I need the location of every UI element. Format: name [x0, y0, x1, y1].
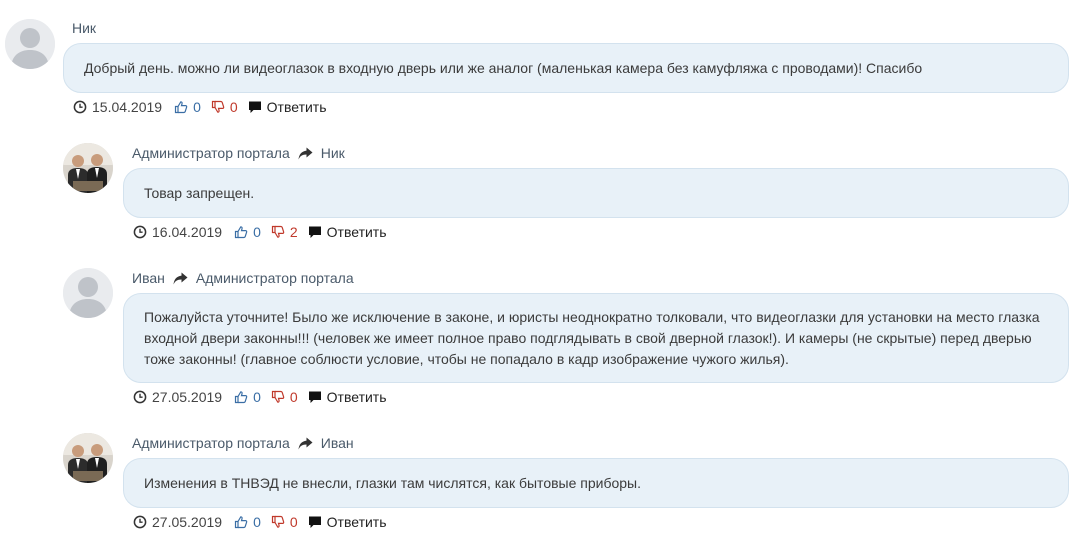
reply-button[interactable]: Ответить: [308, 514, 387, 530]
speech-bubble-icon: [308, 515, 322, 529]
author-name: Ник: [72, 20, 97, 36]
reply-button[interactable]: Ответить: [308, 224, 387, 240]
dislike-button[interactable]: 0: [271, 514, 298, 530]
comment-text: Товар запрещен.: [144, 184, 255, 201]
like-button[interactable]: 0: [234, 224, 261, 240]
share-arrow-icon: [298, 437, 313, 450]
like-button[interactable]: 0: [234, 514, 261, 530]
thumbs-up-icon: [234, 515, 248, 529]
reply-label: Ответить: [266, 99, 327, 115]
thumbs-up-icon: [234, 225, 248, 239]
thumbs-down-icon: [271, 225, 285, 239]
comment-author-line: Администратор портала Ник: [132, 145, 345, 161]
comment-text-bubble: Изменения в ТНВЭД не внесли, глазки там …: [123, 458, 1069, 508]
share-arrow-icon: [298, 147, 313, 160]
dislike-count: 2: [289, 224, 298, 240]
author-name: Иван: [132, 270, 165, 286]
dislike-count: 0: [289, 514, 298, 530]
comment-author-line: Иван Администратор портала: [132, 270, 354, 286]
reply-label: Ответить: [326, 514, 387, 530]
like-button[interactable]: 0: [174, 99, 201, 115]
clock-icon: [133, 515, 147, 529]
thumbs-down-icon: [271, 515, 285, 529]
reply-button[interactable]: Ответить: [248, 99, 327, 115]
thumbs-up-icon: [174, 100, 188, 114]
comment-date: 15.04.2019: [92, 99, 163, 115]
dislike-button[interactable]: 0: [271, 389, 298, 405]
reply-label: Ответить: [326, 224, 387, 240]
author-name: Администратор портала: [132, 435, 290, 451]
dislike-count: 0: [229, 99, 238, 115]
comment-text: Изменения в ТНВЭД не внесли, глазки там …: [144, 474, 642, 491]
comment-text: Пожалуйста уточните! Было же исключение …: [144, 308, 1040, 367]
comment-date: 27.05.2019: [152, 389, 223, 405]
reply-label: Ответить: [326, 389, 387, 405]
clock-icon: [133, 390, 147, 404]
comment-text: Добрый день. можно ли видеоглазок в вход…: [84, 59, 923, 76]
thumbs-up-icon: [234, 390, 248, 404]
admin-photo-icon: [63, 143, 113, 193]
user-silhouette-icon: [63, 268, 113, 318]
avatar: [63, 433, 113, 483]
user-silhouette-icon: [5, 19, 55, 69]
clock-icon: [73, 100, 87, 114]
reply-to-name: Иван: [320, 435, 354, 451]
comment-author-line: Администратор портала Иван: [132, 435, 354, 451]
avatar: [63, 143, 113, 193]
comment-date: 16.04.2019: [152, 224, 223, 240]
like-count: 0: [253, 514, 261, 530]
avatar: [63, 268, 113, 318]
comment-meta: 15.04.2019 0 0 Ответить: [73, 99, 327, 115]
speech-bubble-icon: [308, 390, 322, 404]
like-count: 0: [193, 99, 201, 115]
speech-bubble-icon: [248, 100, 262, 114]
comment-author-line: Ник: [72, 20, 96, 36]
reply-to-name: Администратор портала: [195, 270, 354, 286]
comment-text-bubble: Добрый день. можно ли видеоглазок в вход…: [63, 43, 1069, 93]
dislike-count: 0: [289, 389, 298, 405]
comment-text-bubble: Товар запрещен.: [123, 168, 1069, 218]
like-count: 0: [253, 224, 261, 240]
comment-meta: 27.05.2019 0 0 Ответить: [133, 514, 387, 530]
thumbs-down-icon: [211, 100, 225, 114]
admin-photo-icon: [63, 433, 113, 483]
reply-to-name: Ник: [320, 145, 345, 161]
comment-meta: 27.05.2019 0 0 Ответить: [133, 389, 387, 405]
share-arrow-icon: [173, 272, 188, 285]
thumbs-down-icon: [271, 390, 285, 404]
author-name: Администратор портала: [132, 145, 290, 161]
comment-meta: 16.04.2019 0 2 Ответить: [133, 224, 387, 240]
avatar: [5, 19, 55, 69]
comment-text-bubble: Пожалуйста уточните! Было же исключение …: [123, 293, 1069, 383]
comment-date: 27.05.2019: [152, 514, 223, 530]
like-count: 0: [253, 389, 261, 405]
dislike-button[interactable]: 0: [211, 99, 238, 115]
speech-bubble-icon: [308, 225, 322, 239]
dislike-button[interactable]: 2: [271, 224, 298, 240]
clock-icon: [133, 225, 147, 239]
like-button[interactable]: 0: [234, 389, 261, 405]
reply-button[interactable]: Ответить: [308, 389, 387, 405]
